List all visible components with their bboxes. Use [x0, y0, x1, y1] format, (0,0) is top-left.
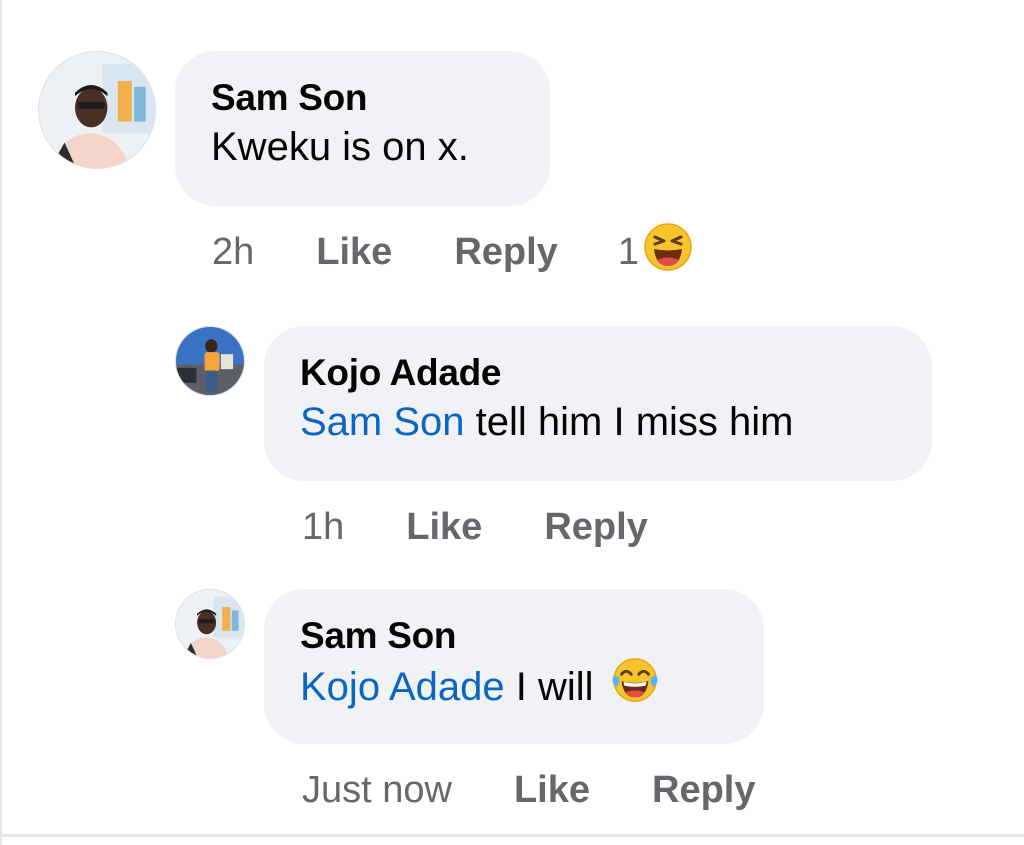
comment-author[interactable]: Sam Son [211, 75, 514, 121]
profile-photo-icon [176, 327, 244, 395]
comment-thread: Sam Son Kweku is on x. 2h Like Reply 1 K… [0, 0, 1024, 845]
comment-actions: 2h Like Reply 1 [212, 223, 693, 277]
mention-link[interactable]: Kojo Adade [300, 665, 505, 709]
laughing-squint-emoji-icon[interactable] [643, 222, 693, 282]
comment-timestamp[interactable]: Just now [302, 769, 452, 812]
comment-text: Sam Son tell him I miss him [300, 396, 896, 448]
comment-text: Kojo Adade I will [300, 656, 728, 720]
tears-of-joy-emoji-icon [611, 656, 659, 717]
comment-actions: Just now Like Reply [302, 765, 818, 815]
comment-text-content: I will [515, 665, 594, 710]
bottom-divider [0, 834, 1024, 837]
comment-bubble: Sam Son Kojo Adade I will [264, 589, 764, 744]
like-button[interactable]: Like [406, 506, 482, 549]
avatar[interactable] [175, 326, 245, 396]
like-button[interactable]: Like [514, 769, 590, 812]
comment-author[interactable]: Kojo Adade [300, 350, 896, 396]
comment-text-content: tell him I miss him [475, 400, 794, 444]
comment-timestamp[interactable]: 1h [302, 506, 344, 549]
comment-text: Kweku is on x. [211, 125, 469, 169]
profile-photo-icon [176, 590, 244, 658]
reply-button[interactable]: Reply [544, 506, 647, 549]
reply-button[interactable]: Reply [454, 231, 557, 274]
comment-timestamp[interactable]: 2h [212, 231, 254, 274]
left-divider [0, 0, 2, 845]
mention-link[interactable]: Sam Son [300, 400, 465, 444]
comment-bubble: Sam Son Kweku is on x. [175, 51, 550, 206]
avatar[interactable] [38, 51, 156, 169]
reply-button[interactable]: Reply [652, 769, 755, 812]
avatar[interactable] [175, 589, 245, 659]
comment-bubble: Kojo Adade Sam Son tell him I miss him [264, 326, 932, 481]
comment-author[interactable]: Sam Son [300, 613, 728, 659]
comment-actions: 1h Like Reply [302, 502, 710, 552]
profile-photo-icon [39, 52, 155, 168]
reaction-count[interactable]: 1 [618, 231, 639, 274]
like-button[interactable]: Like [316, 231, 392, 274]
